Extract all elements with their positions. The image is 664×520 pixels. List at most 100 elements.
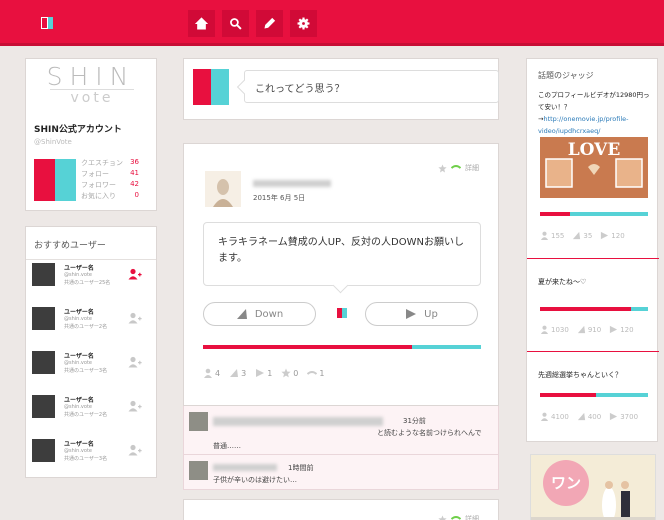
divider	[527, 258, 659, 259]
trending-item-text[interactable]: 夏が来たね～♡	[538, 277, 586, 287]
gear-icon[interactable]	[290, 10, 317, 37]
add-user-icon[interactable]	[128, 356, 142, 368]
search-icon[interactable]	[222, 10, 249, 37]
star-count: 0	[281, 368, 298, 378]
down-count: 400	[577, 412, 601, 421]
user-count: 4	[203, 368, 220, 378]
trending-item-link[interactable]: http://onemovie.jp/profile-video/iupdhcr…	[538, 115, 629, 135]
post-card: 詳細 2015年 6月 5日 キラキラネーム賛成の人UP、反対の人DOWNお願い…	[183, 143, 499, 406]
recommended-user-item[interactable]: ユーザー名 @shin.vote 共通のユーザー2名	[32, 395, 152, 425]
avatar[interactable]	[32, 263, 55, 286]
recommended-user-item[interactable]: ユーザー名 @shin.vote 共通のユーザー3名	[32, 351, 152, 381]
comment-time: 31分前	[403, 417, 426, 425]
up-count: 1	[255, 368, 272, 378]
avatar[interactable]	[189, 412, 208, 431]
star-icon[interactable]	[438, 163, 447, 173]
avatar[interactable]	[205, 171, 241, 207]
recommended-user-name[interactable]: ユーザー名	[64, 439, 94, 448]
up-button[interactable]: Up	[365, 302, 478, 326]
down-button[interactable]: Down	[203, 302, 316, 326]
recommended-user-name[interactable]: ユーザー名	[64, 263, 94, 272]
recommended-user-handle: @shin.vote	[64, 316, 92, 322]
trending-title: 話題のジャッジ	[538, 71, 594, 80]
avatar[interactable]	[34, 159, 76, 201]
top-navigation-bar	[0, 0, 664, 46]
stat-following[interactable]: フォロー 41	[81, 169, 139, 180]
stat-followers[interactable]: フォロワー 42	[81, 180, 139, 191]
user-count: 1030	[540, 325, 569, 334]
down-count: 3	[229, 368, 246, 378]
recommended-user-common: 共通のユーザー3名	[64, 456, 108, 462]
detail-link[interactable]: 詳細	[465, 514, 479, 520]
post-actions: 詳細	[438, 163, 479, 173]
blurred-username	[253, 180, 331, 187]
account-handle: @ShinVote	[34, 138, 72, 146]
divider	[26, 259, 156, 260]
recommended-user-item[interactable]: ユーザー名 @shin.vote 共通のユーザー2名	[32, 307, 152, 337]
add-user-icon[interactable]	[128, 400, 142, 412]
vote-ratio-bar	[203, 345, 481, 349]
add-user-icon[interactable]	[128, 444, 142, 456]
recommended-users-panel: おすすめユーザー ユーザー名 @shin.vote 共通のユーザー25名 ユーザー名 @…	[25, 226, 157, 478]
divider	[527, 351, 659, 352]
question-input[interactable]: これってどう思う？	[244, 70, 499, 103]
logo-icon[interactable]	[41, 17, 53, 29]
add-user-icon[interactable]	[128, 268, 142, 280]
home-icon[interactable]	[188, 10, 215, 37]
avatar	[193, 69, 229, 105]
avatar[interactable]	[32, 439, 55, 462]
avatar[interactable]	[32, 351, 55, 374]
comment-item: 31分前 と読むような名前つけられへんで 普通……	[183, 406, 499, 455]
recommended-user-item[interactable]: ユーザー名 @shin.vote 共通のユーザー3名	[32, 439, 152, 469]
trending-ratio-bar	[540, 393, 648, 397]
post-actions: 詳細	[438, 514, 479, 520]
blurred-comment-text	[213, 417, 383, 426]
recommended-user-name[interactable]: ユーザー名	[64, 395, 94, 404]
detail-link[interactable]: 詳細	[465, 163, 479, 173]
recommended-user-name[interactable]: ユーザー名	[64, 351, 94, 360]
trending-item-text[interactable]: このプロフィールビデオが12980円って安い！？→http://onemovie…	[538, 89, 650, 137]
logo-icon	[337, 308, 347, 318]
comment-icon[interactable]	[451, 164, 461, 172]
recommended-user-name[interactable]: ユーザー名	[64, 307, 94, 316]
advertisement-banner[interactable]: ワン	[530, 454, 656, 520]
up-count: 120	[600, 231, 625, 240]
comment-count: 1	[307, 368, 324, 378]
avatar[interactable]	[189, 461, 208, 480]
profile-stats: クエスチョン 36 フォロー 41 フォロワー 42 お気に入り 0	[81, 158, 139, 202]
recommended-user-common: 共通のユーザー2名	[64, 324, 108, 330]
recommended-user-handle: @shin.vote	[64, 272, 92, 278]
up-count: 120	[609, 325, 634, 334]
trending-counts: 4100 400 3700	[540, 412, 638, 421]
stat-favorites[interactable]: お気に入り 0	[81, 191, 139, 202]
comment-time: 1時間前	[288, 464, 314, 472]
recommended-user-item[interactable]: ユーザー名 @shin.vote 共通のユーザー25名	[32, 263, 152, 293]
recommended-user-common: 共通のユーザー2名	[64, 412, 108, 418]
trending-ratio-bar	[540, 307, 648, 311]
account-name[interactable]: SHIN公式アカウント	[34, 122, 122, 135]
recommended-user-handle: @shin.vote	[64, 360, 92, 366]
recommended-user-handle: @shin.vote	[64, 404, 92, 410]
trending-ratio-bar	[540, 212, 648, 216]
stat-questions[interactable]: クエスチョン 36	[81, 158, 139, 169]
profile-panel: SHIN vote SHIN公式アカウント @ShinVote クエスチョン 36…	[25, 58, 157, 211]
trending-item-image[interactable]: LOVE	[540, 137, 648, 198]
down-count: 910	[577, 325, 601, 334]
star-icon[interactable]	[438, 514, 447, 520]
question-text: キラキラネーム賛成の人UP、反対の人DOWNお願いします。	[203, 222, 481, 286]
blurred-username	[213, 464, 277, 471]
trending-counts: 1030 910 120	[540, 325, 634, 334]
compose-panel: これってどう思う？	[183, 58, 499, 120]
trending-panel: 話題のジャッジ このプロフィールビデオが12980円って安い！？→http://…	[526, 58, 659, 442]
recommended-user-common: 共通のユーザー25名	[64, 280, 111, 286]
trending-item-text[interactable]: 先週総選挙ちゃんといく？	[538, 370, 622, 380]
comment-icon[interactable]	[451, 515, 461, 520]
recommended-user-common: 共通のユーザー3名	[64, 368, 108, 374]
avatar[interactable]	[32, 307, 55, 330]
comment-text: 子供が辛いのは避けたい…	[213, 476, 297, 484]
add-user-icon[interactable]	[128, 312, 142, 324]
avatar[interactable]	[32, 395, 55, 418]
comment-text-continued: 普通……	[213, 442, 241, 450]
comment-item: 1時間前 子供が辛いのは避けたい…	[183, 455, 499, 490]
pencil-icon[interactable]	[256, 10, 283, 37]
